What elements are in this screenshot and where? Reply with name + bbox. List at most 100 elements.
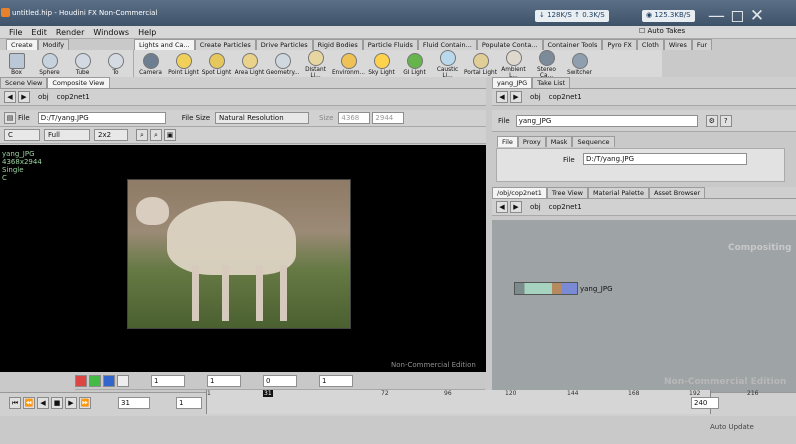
end-frame-field[interactable]: 240: [691, 397, 719, 409]
tab-particle-fluids[interactable]: Particle Fluids: [362, 39, 418, 50]
forward-button[interactable]: ▶: [510, 91, 522, 103]
caustic-light-tool[interactable]: Caustic Li...: [431, 49, 464, 79]
play-backward-icon[interactable]: ◀: [37, 397, 49, 409]
zoom-out-icon[interactable]: ⌕: [150, 129, 162, 141]
antelope-leg: [256, 265, 263, 321]
ambient-light-tool[interactable]: Ambient L...: [497, 49, 530, 79]
tab-cloth[interactable]: Cloth: [636, 39, 664, 50]
tab-sequence[interactable]: Sequence: [572, 136, 615, 147]
path-cop2net1[interactable]: cop2net1: [549, 93, 582, 101]
play-forward-icon[interactable]: ▶: [65, 397, 77, 409]
tab-asset-browser[interactable]: Asset Browser: [648, 187, 706, 198]
path-obj[interactable]: obj: [38, 93, 49, 101]
tab-fur[interactable]: Fur: [691, 39, 713, 50]
tab-create-particles[interactable]: Create Particles: [194, 39, 256, 50]
file-node[interactable]: [514, 282, 578, 295]
tab-pyro-fx[interactable]: Pyro FX: [602, 39, 637, 50]
point-light-tool[interactable]: Point Light: [167, 52, 200, 76]
gi-light-tool[interactable]: GI Light: [398, 52, 431, 76]
back-button[interactable]: ◀: [496, 91, 508, 103]
camera-tool[interactable]: Camera: [134, 52, 167, 76]
distant-light-tool[interactable]: Distant Li...: [299, 49, 332, 79]
forward-button[interactable]: ▶: [18, 91, 30, 103]
tab-proxy[interactable]: Proxy: [517, 136, 546, 147]
menu-edit[interactable]: Edit: [31, 28, 47, 37]
stereo-camera-tool[interactable]: Stereo Ca...: [530, 49, 563, 79]
lights-shelf: Camera Point Light Spot Light Area Light…: [134, 49, 662, 79]
tab-lights[interactable]: Lights and Ca...: [134, 39, 195, 50]
tab-material-palette[interactable]: Material Palette: [587, 187, 649, 198]
tab-network-path[interactable]: /obj/cop2net1: [492, 187, 547, 198]
color-red-icon[interactable]: [75, 374, 87, 387]
help-icon[interactable]: ?: [719, 114, 732, 127]
next-key-icon[interactable]: ⏩: [79, 397, 91, 409]
tab-create[interactable]: Create: [6, 39, 38, 50]
frame-field-2[interactable]: 1: [207, 374, 241, 387]
back-button[interactable]: ◀: [496, 201, 508, 213]
box-tool[interactable]: Box: [0, 52, 33, 76]
menu-help[interactable]: Help: [138, 28, 156, 37]
channel-select[interactable]: C: [4, 129, 40, 141]
tab-modify[interactable]: Modify: [37, 39, 70, 50]
tab-composite-view[interactable]: Composite View: [47, 77, 110, 88]
menu-file[interactable]: File: [9, 28, 22, 37]
zoom-select[interactable]: 2x2: [94, 129, 128, 141]
path-obj[interactable]: obj: [530, 93, 541, 101]
node-name-field[interactable]: yang_JPG: [515, 114, 698, 127]
area-light-tool[interactable]: Area Light: [233, 52, 266, 76]
start-frame-field[interactable]: 1: [176, 397, 202, 409]
color-green-icon[interactable]: [89, 374, 101, 387]
color-alpha-icon[interactable]: [117, 374, 129, 387]
current-frame-field[interactable]: 31: [118, 397, 150, 409]
path-cop2net1[interactable]: cop2net1: [549, 203, 582, 211]
zoom-in-icon[interactable]: ⌕: [136, 129, 148, 141]
environment-light-tool[interactable]: Environm...: [332, 52, 365, 76]
tab-mask[interactable]: Mask: [545, 136, 573, 147]
file-param-field[interactable]: D:/T/yang.JPG: [583, 153, 747, 165]
antelope-leg: [280, 265, 287, 321]
frame-field-4[interactable]: 1: [319, 374, 353, 387]
minimize-maximize-close[interactable]: — ◻ ✕: [708, 6, 796, 26]
size-width-field[interactable]: 4368: [338, 112, 371, 124]
path-cop2net1[interactable]: cop2net1: [57, 93, 90, 101]
geometry-light-tool[interactable]: Geometry...: [266, 52, 300, 76]
gear-icon[interactable]: ⚙: [705, 114, 718, 127]
tube-tool[interactable]: Tube: [66, 52, 99, 76]
tab-yang-jpg[interactable]: yang_JPG: [492, 77, 533, 88]
image-info: yang_JPG 4368x2944 Single C: [2, 150, 42, 182]
frame-ruler[interactable]: 1 31 72 96 120 144 168 192 216: [206, 390, 758, 414]
switcher-tool[interactable]: Switcher: [563, 52, 596, 76]
sky-light-tool[interactable]: Sky Light: [365, 52, 398, 76]
tab-take-list[interactable]: Take List: [532, 77, 571, 88]
node-type-label: File: [498, 116, 510, 125]
frame-field-1[interactable]: 1: [151, 374, 185, 387]
first-frame-icon[interactable]: ⏮: [9, 397, 21, 409]
tab-tree-view[interactable]: Tree View: [546, 187, 588, 198]
auto-takes-checkbox[interactable]: ☐ Auto Takes: [639, 27, 685, 35]
network-watermark: Non-Commercial Edition: [664, 377, 787, 387]
quality-select[interactable]: Full: [44, 129, 90, 141]
path-obj[interactable]: obj: [530, 203, 541, 211]
torus-tool[interactable]: To: [99, 52, 132, 76]
previous-key-icon[interactable]: ⏪: [23, 397, 35, 409]
menu-render[interactable]: Render: [56, 28, 84, 37]
size-height-field[interactable]: 2944: [372, 112, 405, 124]
tab-wires[interactable]: Wires: [663, 39, 692, 50]
spot-light-tool[interactable]: Spot Light: [200, 52, 233, 76]
size-label: Size: [319, 114, 334, 122]
file-size-select[interactable]: Natural Resolution: [215, 112, 310, 124]
file-label: File: [18, 114, 30, 122]
forward-button[interactable]: ▶: [510, 201, 522, 213]
menu-windows[interactable]: Windows: [93, 28, 129, 37]
file-path-field[interactable]: D:/T/yang.JPG: [37, 112, 166, 124]
fit-icon[interactable]: ▣: [164, 129, 176, 141]
back-button[interactable]: ◀: [4, 91, 16, 103]
sphere-tool[interactable]: Sphere: [33, 52, 66, 76]
tab-file[interactable]: File: [497, 136, 518, 147]
color-blue-icon[interactable]: [103, 374, 115, 387]
stop-icon[interactable]: ■: [51, 397, 63, 409]
download-speed: ↓ 128K/S ↑ 0.3K/S: [535, 10, 609, 22]
frame-field-3[interactable]: 0: [263, 374, 297, 387]
portal-light-tool[interactable]: Portal Light: [464, 52, 497, 76]
tab-scene-view[interactable]: Scene View: [0, 77, 48, 88]
